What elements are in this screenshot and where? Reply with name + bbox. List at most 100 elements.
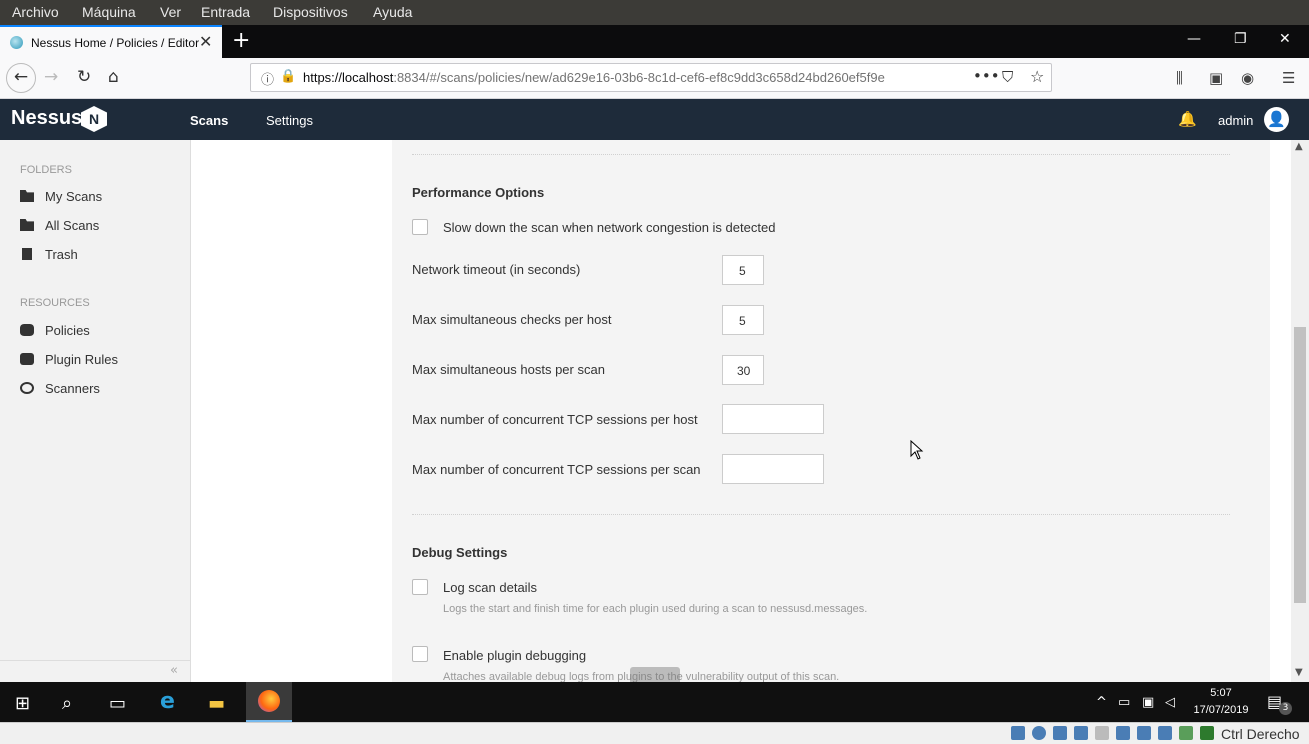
page-actions-icon[interactable]: •••	[973, 67, 1000, 85]
clock-date: 17/07/2019	[1193, 704, 1249, 716]
resources-heading: RESOURCES	[20, 297, 90, 309]
windows-taskbar	[0, 682, 1309, 722]
virtualbox-statusbar: Ctrl Derecho	[0, 722, 1309, 744]
library-icon[interactable]: ⫼	[1176, 69, 1183, 87]
network-timeout-input[interactable]: 5	[722, 255, 764, 285]
tab-title: Nessus Home / Policies / Editor	[31, 36, 200, 50]
host-key-label: Ctrl Derecho	[1221, 726, 1300, 742]
vb-display-icon[interactable]	[1137, 726, 1151, 740]
menu-maquina[interactable]: Máquina	[82, 4, 136, 20]
notifications-bell-icon[interactable]: 🔔	[1178, 110, 1197, 128]
tab-scans[interactable]: Scans	[190, 113, 228, 128]
volume-icon[interactable]: ◁	[1165, 695, 1175, 710]
max-checks-label: Max simultaneous checks per host	[412, 312, 612, 327]
menu-ayuda[interactable]: Ayuda	[373, 4, 412, 20]
pocket-icon[interactable]: ⛉	[1002, 68, 1013, 86]
sidebar-toggle-icon[interactable]: ▣	[1209, 69, 1223, 87]
network-icon[interactable]: ▣	[1142, 695, 1154, 710]
sidebar-item-scanners[interactable]: Scanners	[20, 381, 100, 396]
url-text: https://localhost:8834/#/scans/policies/…	[303, 70, 885, 85]
sidebar: FOLDERS My Scans All Scans Trash RESOURC…	[0, 140, 191, 682]
tcp-per-host-label: Max number of concurrent TCP sessions pe…	[412, 412, 698, 427]
reload-icon[interactable]: ↻	[77, 67, 91, 87]
tcp-per-scan-input[interactable]	[722, 454, 824, 484]
close-tab-icon[interactable]: ✕	[199, 32, 212, 51]
nessus-logo[interactable]: Nessus	[11, 107, 82, 130]
battery-icon[interactable]: ▭	[1118, 695, 1130, 710]
vb-audio-icon[interactable]	[1053, 726, 1067, 740]
scrollbar-thumb[interactable]	[1294, 327, 1306, 603]
vb-recording-icon[interactable]	[1158, 726, 1172, 740]
vb-storage-icon[interactable]	[1011, 726, 1025, 740]
restore-icon[interactable]: ❐	[1234, 31, 1247, 47]
task-view-icon[interactable]: ▭	[109, 693, 126, 714]
home-icon[interactable]: ⌂	[108, 67, 119, 87]
max-hosts-input[interactable]: 30	[722, 355, 764, 385]
network-timeout-label: Network timeout (in seconds)	[412, 262, 581, 277]
system-clock[interactable]: 5:07 17/07/2019	[1190, 685, 1252, 719]
user-avatar-icon[interactable]: 👤	[1264, 107, 1289, 132]
browser-navbar: ← → ↻ ⌂ ⓘ 🔒 https://localhost:8834/#/sca…	[0, 58, 1309, 99]
menu-ver[interactable]: Ver	[160, 4, 181, 20]
bookmark-star-icon[interactable]: ☆	[1030, 67, 1044, 86]
vb-mouse-integration-icon[interactable]	[1200, 726, 1214, 740]
sidebar-divider	[0, 660, 190, 661]
sidebar-item-policies[interactable]: Policies	[20, 323, 90, 338]
vb-network-icon[interactable]	[1074, 726, 1088, 740]
info-icon[interactable]: ⓘ	[261, 69, 274, 88]
menu-dispositivos[interactable]: Dispositivos	[273, 4, 348, 20]
slow-down-label: Slow down the scan when network congesti…	[443, 220, 776, 235]
browser-tab[interactable]: Nessus Home / Policies / Editor ✕	[0, 25, 222, 58]
sidebar-item-trash[interactable]: Trash	[20, 247, 78, 262]
scroll-up-icon[interactable]: ▲	[1295, 141, 1303, 152]
account-icon[interactable]: ◉	[1241, 69, 1254, 87]
mouse-cursor-icon	[910, 440, 924, 460]
max-checks-input[interactable]: 5	[722, 305, 764, 335]
minimize-icon[interactable]: —	[1187, 31, 1201, 47]
new-tab-icon[interactable]: +	[232, 28, 250, 53]
vb-optical-icon[interactable]	[1032, 726, 1046, 740]
internet-explorer-icon[interactable]: e	[160, 689, 175, 714]
close-window-icon[interactable]: ✕	[1279, 31, 1291, 47]
plugin-debugging-label: Enable plugin debugging	[443, 648, 587, 663]
trash-icon	[22, 248, 32, 260]
slow-down-checkbox[interactable]	[412, 219, 428, 235]
notification-count-badge: 3	[1279, 702, 1292, 715]
scroll-to-top-button[interactable]	[630, 667, 680, 682]
user-name[interactable]: admin	[1218, 113, 1253, 128]
log-scan-details-checkbox[interactable]	[412, 579, 428, 595]
tab-settings[interactable]: Settings	[266, 113, 313, 128]
vb-vt-x-icon[interactable]	[1179, 726, 1193, 740]
search-icon[interactable]: ⌕	[62, 693, 72, 714]
url-bar[interactable]: ⓘ 🔒 https://localhost:8834/#/scans/polic…	[250, 63, 1052, 92]
plugin-rules-icon	[20, 353, 34, 365]
menu-archivo[interactable]: Archivo	[12, 4, 59, 20]
sidebar-item-plugin-rules[interactable]: Plugin Rules	[20, 352, 118, 367]
nessus-favicon-icon	[10, 36, 23, 49]
vb-usb-icon[interactable]	[1095, 726, 1109, 740]
forward-arrow-icon[interactable]: →	[44, 67, 58, 87]
hamburger-menu-icon[interactable]: ☰	[1282, 69, 1295, 87]
vb-shared-folders-icon[interactable]	[1116, 726, 1130, 740]
windows-start-icon[interactable]: ⊞	[15, 693, 30, 714]
folders-heading: FOLDERS	[20, 164, 72, 176]
tcp-per-host-input[interactable]	[722, 404, 824, 434]
file-explorer-icon[interactable]: ▬	[208, 693, 225, 714]
firefox-taskbar-button[interactable]	[246, 682, 292, 722]
browser-tabstrip: Nessus Home / Policies / Editor ✕ + — ❐ …	[0, 25, 1309, 58]
firefox-icon	[258, 690, 280, 712]
insecure-lock-icon[interactable]: 🔒	[280, 69, 296, 84]
collapse-sidebar-icon[interactable]: «	[170, 663, 178, 678]
show-hidden-icons-icon[interactable]: ^	[1096, 695, 1107, 710]
back-arrow-icon[interactable]: ←	[6, 63, 36, 93]
plugin-debugging-checkbox[interactable]	[412, 646, 428, 662]
sidebar-item-all-scans[interactable]: All Scans	[20, 218, 99, 233]
scanners-icon	[20, 382, 34, 394]
section-divider	[412, 514, 1230, 515]
sidebar-item-my-scans[interactable]: My Scans	[20, 189, 102, 204]
max-hosts-label: Max simultaneous hosts per scan	[412, 362, 605, 377]
menu-entrada[interactable]: Entrada	[201, 4, 250, 20]
performance-options-title: Performance Options	[412, 185, 545, 200]
scroll-down-icon[interactable]: ▼	[1295, 667, 1303, 678]
tcp-per-scan-label: Max number of concurrent TCP sessions pe…	[412, 462, 701, 477]
